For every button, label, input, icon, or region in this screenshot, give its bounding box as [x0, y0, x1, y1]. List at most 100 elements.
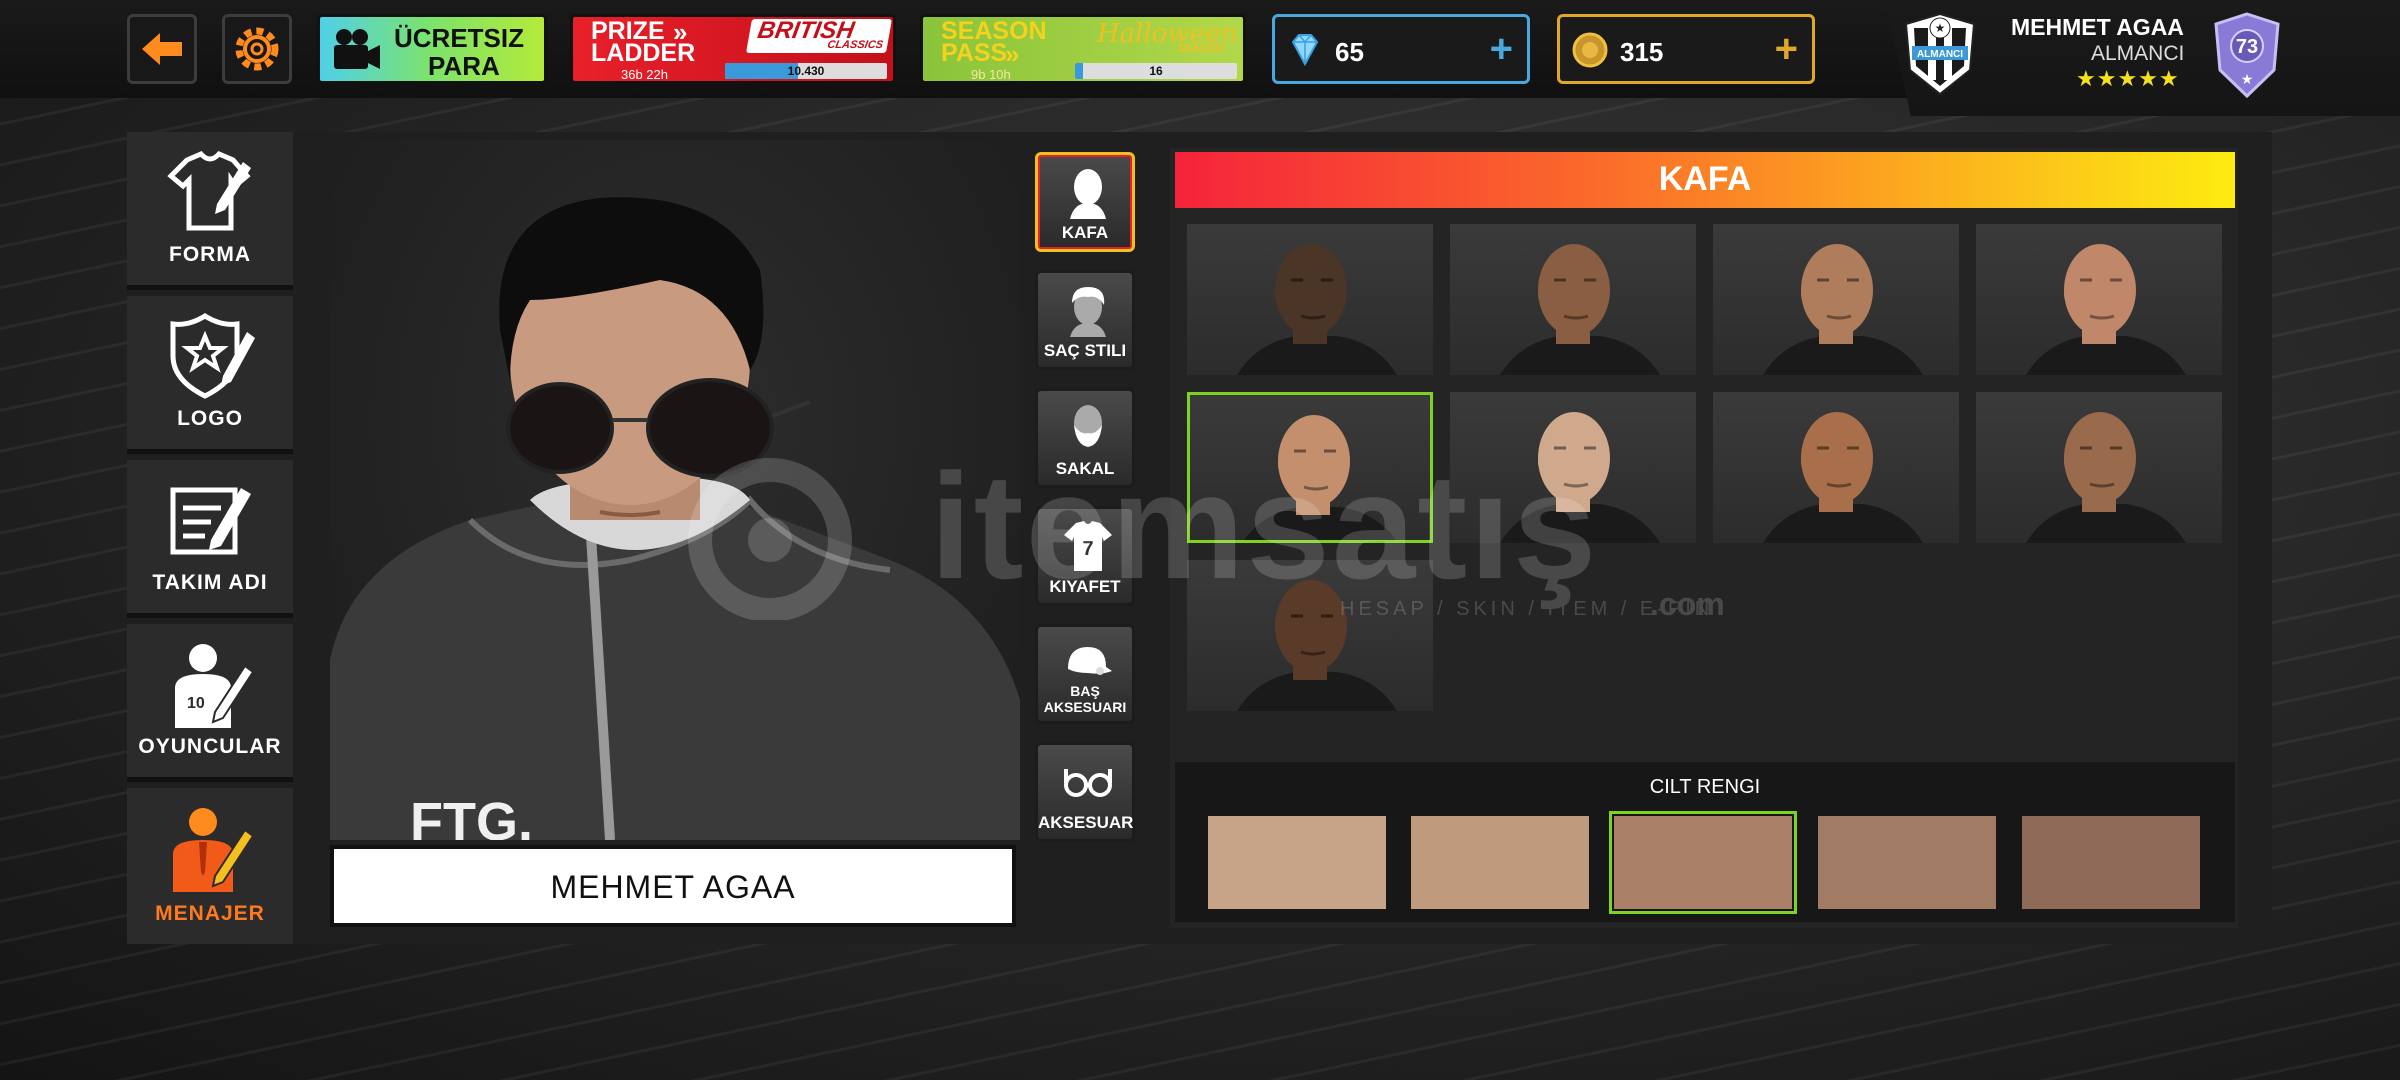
shirt-icon: 7: [1064, 521, 1112, 571]
nav-logo[interactable]: LOGO: [127, 296, 293, 454]
brand-sub-text: CLASSICS: [826, 39, 885, 51]
prize-ladder-progress: 10.430: [725, 63, 887, 79]
coin-icon: [1572, 32, 1608, 68]
head-option[interactable]: [1187, 392, 1433, 543]
coin-counter[interactable]: 315 +: [1557, 14, 1815, 84]
back-arrow-icon: [142, 33, 182, 65]
jacket-text: FTG.: [410, 792, 533, 840]
head-option[interactable]: [1187, 224, 1433, 375]
nav-takim-adi[interactable]: TAKIM ADI: [127, 460, 293, 618]
british-classics-logo: BRITISH CLASSICS: [746, 17, 892, 53]
free-money-button[interactable]: ÜCRETSIZ PARA: [317, 14, 547, 84]
season-pass-progress: 16: [1075, 63, 1237, 79]
team-badge-text: ALMANCI: [1917, 49, 1963, 60]
nav-label: LOGO: [177, 407, 243, 430]
head-portrait: [2026, 244, 2186, 375]
nav-forma[interactable]: FORMA: [127, 132, 293, 290]
category-label: BAŞ AKSESUARI: [1043, 683, 1127, 715]
svg-text:★: ★: [2241, 71, 2254, 87]
head-portrait: [2026, 412, 2186, 543]
category-kafa[interactable]: KAFA: [1035, 152, 1135, 252]
prize-ladder-timer: 36b 22h: [621, 67, 668, 82]
category-label: SAÇ STILI: [1043, 341, 1127, 360]
profile-name: MEHMET AGAA: [2011, 14, 2184, 40]
skin-color-swatch[interactable]: [1208, 816, 1386, 909]
head-portrait: [1244, 415, 1396, 540]
player-edit-icon: 10: [175, 644, 255, 728]
head-portrait: [1237, 244, 1397, 375]
category-sakal[interactable]: SAKAL: [1035, 388, 1135, 488]
season-pass-button[interactable]: SEASON PASS » 9b 10h Halloween SEASON 16: [920, 14, 1246, 84]
video-camera-icon: [334, 29, 380, 69]
category-aksesuar[interactable]: AKSESUAR: [1035, 742, 1135, 842]
head-option[interactable]: [1976, 392, 2222, 543]
nav-label: FORMA: [169, 243, 251, 266]
head-portrait: [1763, 412, 1923, 543]
team-name-edit-icon: [170, 487, 251, 555]
season-pass-progress-value: 16: [1149, 64, 1163, 78]
manager-name-box[interactable]: MEHMET AGAA: [330, 845, 1016, 927]
skin-color-swatch[interactable]: [1818, 816, 1996, 909]
free-money-label-1: ÜCRETSIZ: [394, 23, 524, 53]
halloween-season-logo: Halloween SEASON: [1093, 17, 1243, 57]
head-portrait: [1237, 580, 1397, 711]
panel-title: KAFA: [1658, 160, 1752, 198]
skin-color-swatch[interactable]: [1609, 811, 1797, 914]
nav-menajer[interactable]: MENAJER: [127, 788, 293, 944]
glasses-icon: [1064, 769, 1112, 797]
head-option[interactable]: [1450, 392, 1696, 543]
category-label: KAFA: [1061, 223, 1109, 242]
prize-ladder-button[interactable]: PRIZE LADDER » 36b 22h BRITISH CLASSICS …: [570, 14, 896, 84]
head-portrait: [1500, 412, 1660, 543]
category-label: SAKAL: [1055, 459, 1115, 478]
head-option[interactable]: [1187, 560, 1433, 711]
settings-button[interactable]: [222, 14, 292, 84]
profile-stars: ★★★★★: [2076, 66, 2180, 91]
chevrons-icon: »: [673, 17, 688, 47]
level-number: 73: [2236, 36, 2258, 58]
category-label: AKSESUAR: [1038, 813, 1134, 832]
coin-count: 315: [1620, 37, 1664, 67]
team-badge-icon: ★ ALMANCI: [1904, 12, 1976, 96]
svg-text:★: ★: [1935, 21, 1946, 35]
head-icon: [1070, 169, 1106, 219]
category-kiyafet[interactable]: 7 KIYAFET: [1035, 506, 1135, 606]
prize-ladder-progress-value: 10.430: [787, 64, 825, 78]
skin-color-swatch[interactable]: [1411, 816, 1589, 909]
profile-panel[interactable]: ★ ALMANCI MEHMET AGAA ALMANCI ★★★★★ 73 ★: [1885, 0, 2400, 116]
add-coins-icon[interactable]: +: [1775, 29, 1798, 69]
category-bas-aksesuari[interactable]: BAŞ AKSESUARI: [1035, 624, 1135, 724]
shirt-number: 7: [1082, 538, 1093, 560]
level-shield-icon: 73 ★: [2214, 12, 2280, 99]
diamond-counter[interactable]: 65 +: [1272, 14, 1530, 84]
manager-preview[interactable]: FTG.: [330, 140, 1020, 840]
chevrons-icon: »: [1005, 39, 1020, 69]
skin-color-swatch[interactable]: [2022, 816, 2200, 909]
svg-text:10: 10: [187, 695, 205, 712]
season-pass-title-2: PASS: [941, 39, 1008, 67]
head-option[interactable]: [1713, 224, 1959, 375]
manager-avatar-image: FTG.: [330, 197, 1020, 840]
head-option[interactable]: [1713, 392, 1959, 543]
profile-team: ALMANCI: [2091, 42, 2185, 65]
nav-label: TAKIM ADI: [152, 571, 268, 594]
gear-icon: [235, 27, 279, 71]
panel-header: KAFA: [1175, 152, 2235, 208]
category-sac-stili[interactable]: SAÇ STILI: [1035, 270, 1135, 370]
head-option[interactable]: [1976, 224, 2222, 375]
head-option[interactable]: [1450, 224, 1696, 375]
shield-edit-icon: [170, 313, 255, 399]
nav-oyuncular[interactable]: 10 OYUNCULAR: [127, 624, 293, 782]
category-label: KIYAFET: [1049, 577, 1121, 596]
diamond-count: 65: [1335, 37, 1364, 67]
hair-icon: [1070, 287, 1106, 337]
season-pass-timer: 9b 10h: [971, 67, 1011, 82]
back-button[interactable]: [127, 14, 197, 84]
manager-name-text: MEHMET AGAA: [550, 869, 796, 905]
add-diamonds-icon[interactable]: +: [1490, 29, 1513, 69]
jersey-edit-icon: [167, 150, 251, 231]
nav-label: MENAJER: [155, 902, 265, 925]
diamond-icon: [1291, 34, 1319, 67]
head-portrait: [1763, 244, 1923, 375]
beard-icon: [1074, 405, 1102, 447]
